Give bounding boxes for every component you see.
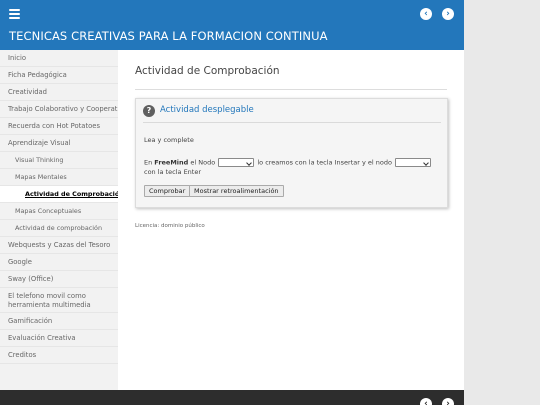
main-content: Actividad de Comprobación ? Actividad de…: [118, 50, 464, 390]
sidebar-nav: Inicio Ficha Pedagógica Creatividad Trabajo…: [0, 50, 118, 390]
question-icon: ?: [143, 105, 155, 117]
activity-title: Actividad desplegable: [160, 105, 254, 115]
bottom-bar: ‹ ›: [0, 390, 464, 405]
sidebar-item[interactable]: Creditos: [0, 347, 118, 364]
license-text: Licencia: dominio público: [135, 223, 205, 229]
sidebar-item[interactable]: Recuerda con Hot Potatoes: [0, 118, 118, 135]
activity-text-bold: FreeMind: [154, 158, 189, 167]
sidebar-item[interactable]: Visual Thinking: [0, 152, 118, 169]
activity-box: ? Actividad desplegable Lea y complete E…: [135, 98, 448, 208]
check-button[interactable]: Comprobar: [144, 185, 191, 197]
show-feedback-button[interactable]: Mostrar retroalimentación: [189, 185, 284, 197]
sidebar-item[interactable]: Sway (Office): [0, 271, 118, 288]
activity-text-before: En: [144, 158, 155, 167]
sidebar-item[interactable]: Actividad de comprobación: [0, 220, 118, 237]
activity-text-part1: el Nodo: [188, 158, 218, 167]
activity-text: En FreeMind el Nodo lo creamos con la te…: [144, 158, 442, 177]
sidebar-item[interactable]: Actividad de Comprobación: [0, 186, 118, 203]
title-divider: [135, 89, 447, 90]
activity-text-part3: con la tecla Enter: [144, 167, 202, 176]
app-window: ‹ › TECNICAS CREATIVAS PARA LA FORMACION…: [0, 0, 464, 405]
page-title: Actividad de Comprobación: [135, 65, 280, 77]
sidebar-item[interactable]: Mapas Conceptuales: [0, 203, 118, 220]
top-bar: ‹ › TECNICAS CREATIVAS PARA LA FORMACION…: [0, 0, 464, 50]
sidebar-item[interactable]: Webquests y Cazas del Tesoro: [0, 237, 118, 254]
sidebar-item[interactable]: Gamificación: [0, 313, 118, 330]
menu-toggle-icon[interactable]: [9, 9, 20, 19]
footer-previous-icon[interactable]: ‹: [420, 398, 432, 405]
activity-text-part2: lo creamos con la tecla Insertar y el no…: [255, 158, 395, 167]
activity-instructions: Lea y complete: [144, 136, 194, 144]
sidebar-item[interactable]: El telefono movil como herramienta multi…: [0, 288, 118, 313]
sidebar-item[interactable]: Evaluación Creativa: [0, 330, 118, 347]
sidebar-item[interactable]: Aprendizaje Visual: [0, 135, 118, 152]
dropdown-2[interactable]: [395, 158, 432, 167]
activity-divider: [143, 122, 441, 123]
dropdown-1[interactable]: [218, 158, 255, 167]
sidebar-item[interactable]: Creatividad: [0, 84, 118, 101]
sidebar-item[interactable]: Trabajo Colaborativo y Cooperativo: [0, 101, 118, 118]
site-title: TECNICAS CREATIVAS PARA LA FORMACION CON…: [9, 29, 328, 43]
sidebar-item[interactable]: Ficha Pedagógica: [0, 67, 118, 84]
next-page-icon[interactable]: ›: [442, 8, 454, 20]
sidebar-item[interactable]: Mapas Mentales: [0, 169, 118, 186]
footer-next-icon[interactable]: ›: [442, 398, 454, 405]
sidebar-item[interactable]: Inicio: [0, 50, 118, 67]
sidebar-item[interactable]: Google: [0, 254, 118, 271]
page-background: [464, 0, 540, 405]
previous-page-icon[interactable]: ‹: [420, 8, 432, 20]
